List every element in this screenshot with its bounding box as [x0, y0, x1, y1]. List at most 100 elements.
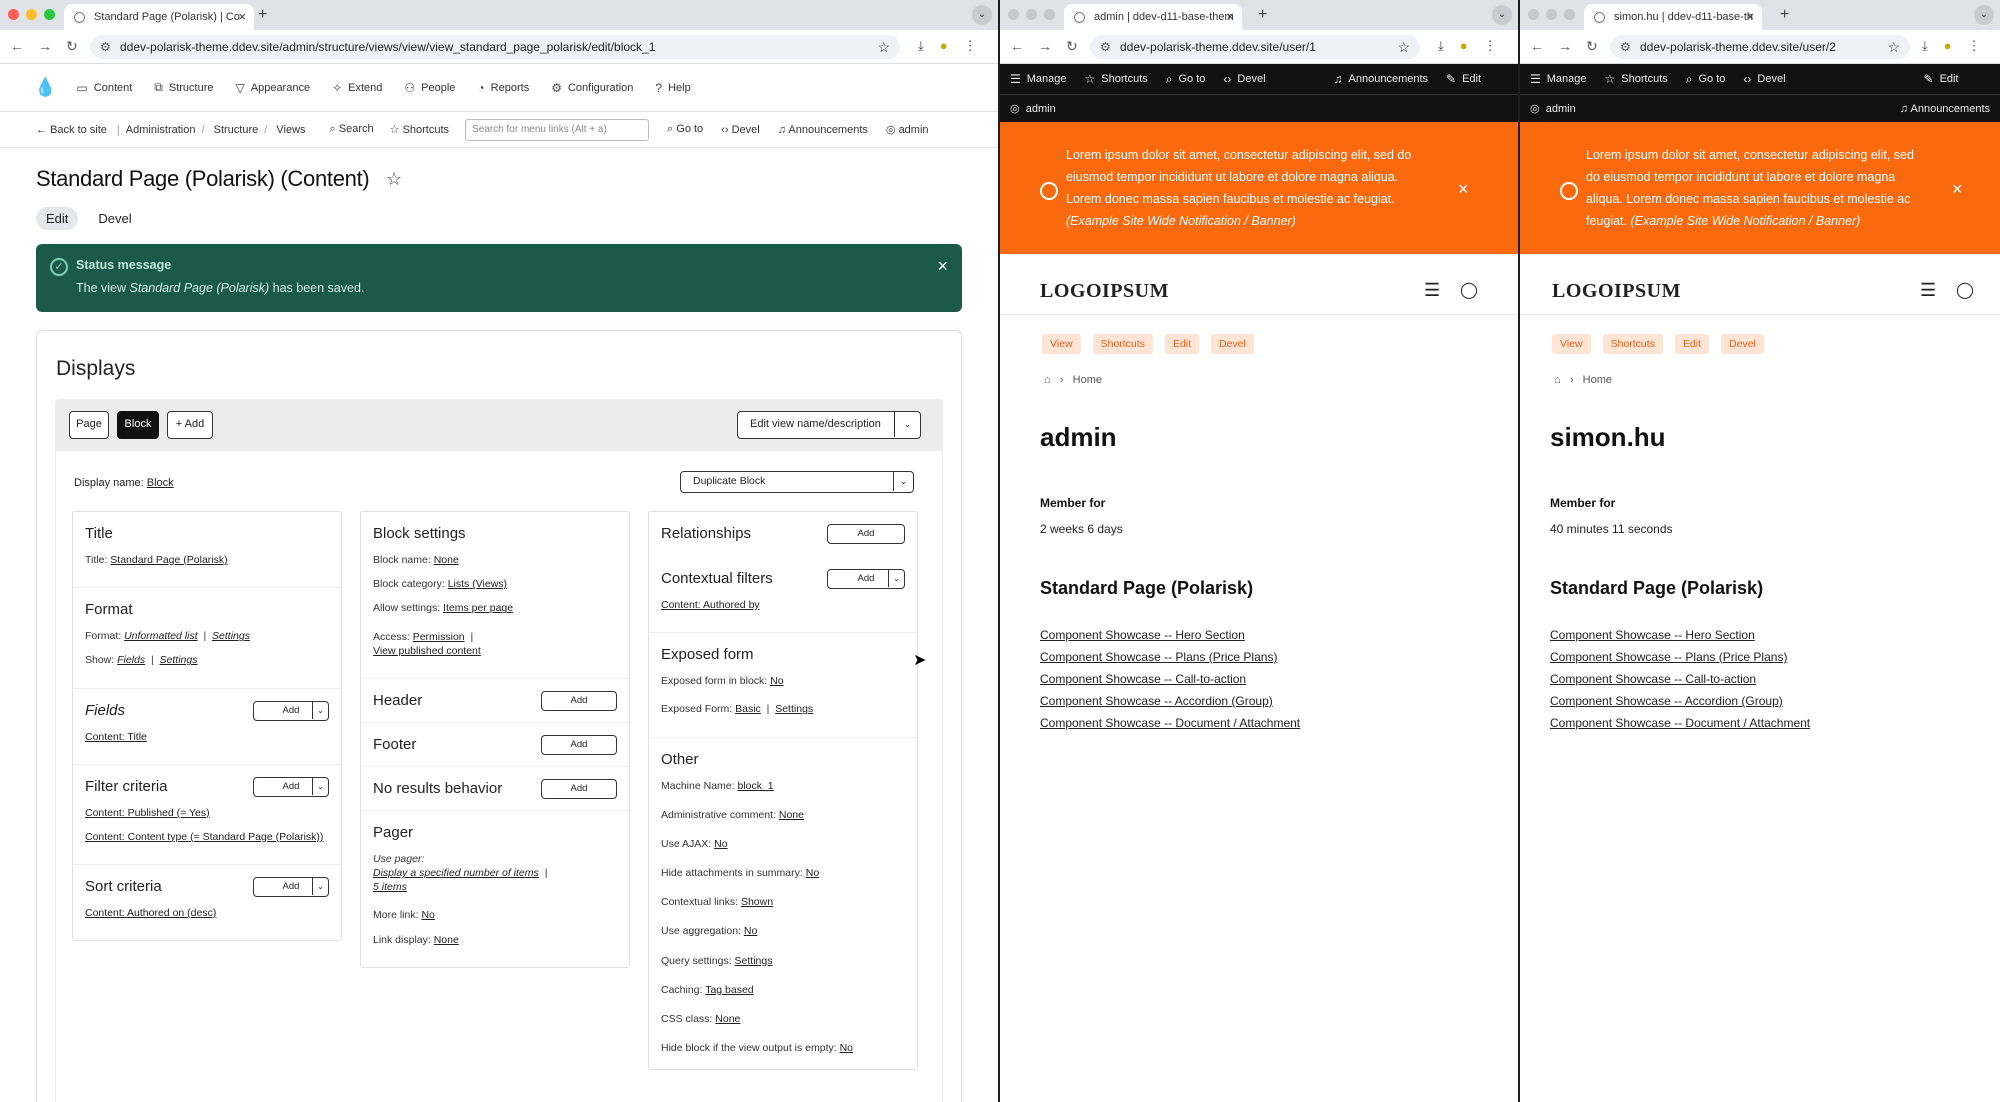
- download-icon[interactable]: ⤓: [1438, 38, 1444, 54]
- tab-edit[interactable]: Edit: [1164, 334, 1200, 354]
- breadcrumb-item[interactable]: Structure: [214, 124, 259, 136]
- add-no-results-button[interactable]: Add: [541, 778, 617, 799]
- new-tab-button[interactable]: +: [258, 4, 267, 26]
- other-value-link[interactable]: No: [806, 867, 819, 879]
- add-sort-button[interactable]: Add ⌄: [253, 877, 329, 898]
- devel-link[interactable]: ‹› Devel: [721, 124, 760, 136]
- minimize-window-button[interactable]: [1026, 9, 1037, 20]
- shortcut-star-icon[interactable]: ☆: [386, 169, 402, 190]
- other-value-link[interactable]: Tag based: [705, 984, 753, 996]
- tab-view[interactable]: View: [1042, 334, 1081, 354]
- title-link[interactable]: Standard Page (Polarisk): [110, 554, 227, 566]
- toolbar-reports[interactable]: ◔ Reports: [477, 81, 529, 95]
- edit-link[interactable]: ✎ Edit: [1446, 72, 1481, 86]
- shortcuts-link[interactable]: ☆ Shortcuts: [1605, 72, 1668, 86]
- toolbar-help[interactable]: ? Help: [655, 81, 690, 95]
- drupal-drop-icon[interactable]: 💧: [34, 77, 56, 98]
- list-item-link[interactable]: Component Showcase -- Document / Attachm…: [1040, 712, 1300, 734]
- more-link-value[interactable]: No: [421, 909, 434, 921]
- bookmark-star-icon[interactable]: ☆: [877, 35, 890, 59]
- close-tab-icon[interactable]: ×: [238, 4, 246, 30]
- user-icon[interactable]: ◯: [1460, 280, 1478, 300]
- download-icon[interactable]: ⤓: [1922, 38, 1928, 54]
- toolbar-structure[interactable]: ⧉ Structure: [154, 80, 213, 95]
- exposed-block-link[interactable]: No: [770, 675, 783, 687]
- breadcrumb-item[interactable]: Views: [276, 124, 305, 136]
- site-logo[interactable]: LOGOIPSUM: [1040, 280, 1169, 303]
- chevron-down-icon[interactable]: ⌄: [894, 412, 920, 437]
- browser-tab-active[interactable]: Standard Page (Polarisk) | Co ×: [64, 4, 254, 30]
- close-window-button[interactable]: [1008, 9, 1019, 20]
- edit-view-name-button[interactable]: Edit view name/description ⌄: [737, 411, 921, 439]
- zoom-window-button[interactable]: [1564, 9, 1575, 20]
- close-tab-icon[interactable]: ×: [1226, 4, 1234, 30]
- other-value-link[interactable]: None: [715, 1013, 740, 1025]
- display-name-link[interactable]: Block: [147, 477, 174, 489]
- exposed-form-settings-link[interactable]: Settings: [775, 703, 813, 715]
- link-display-value[interactable]: None: [434, 934, 459, 946]
- site-info-icon[interactable]: ⚙: [1620, 35, 1631, 59]
- tab-shortcuts[interactable]: Shortcuts: [1602, 334, 1663, 354]
- block-name-link[interactable]: None: [434, 554, 459, 566]
- field-link[interactable]: Content: Title: [85, 731, 147, 743]
- back-arrow-icon[interactable]: ←: [10, 38, 24, 55]
- other-value-link[interactable]: No: [744, 925, 757, 937]
- tab-devel[interactable]: Devel: [88, 207, 141, 230]
- list-item-link[interactable]: Component Showcase -- Plans (Price Plans…: [1550, 646, 1810, 668]
- forward-arrow-icon[interactable]: →: [38, 38, 52, 55]
- close-tab-icon[interactable]: ×: [1746, 4, 1754, 30]
- home-icon[interactable]: ⌂: [1554, 374, 1561, 386]
- add-footer-button[interactable]: Add: [541, 734, 617, 755]
- contextual-filter-link[interactable]: Content: Authored by: [661, 599, 760, 611]
- user-icon[interactable]: ◯: [1956, 280, 1974, 300]
- new-tab-button[interactable]: +: [1780, 4, 1789, 26]
- show-settings-link[interactable]: Settings: [160, 654, 198, 666]
- close-window-button[interactable]: [1528, 9, 1539, 20]
- reload-icon[interactable]: ↻: [1066, 38, 1078, 55]
- list-item-link[interactable]: Component Showcase -- Plans (Price Plans…: [1040, 646, 1300, 668]
- list-item-link[interactable]: Component Showcase -- Hero Section: [1040, 624, 1300, 646]
- breadcrumb-item[interactable]: Administration: [126, 124, 196, 136]
- list-item-link[interactable]: Component Showcase -- Call-to-action: [1550, 668, 1810, 690]
- other-value-link[interactable]: No: [714, 838, 727, 850]
- browser-tab-active[interactable]: admin | ddev-d11-base-them ×: [1064, 4, 1242, 30]
- back-to-site-link[interactable]: ← Back to site: [36, 124, 107, 136]
- close-icon[interactable]: ×: [1952, 178, 1963, 200]
- exposed-form-link[interactable]: Basic: [735, 703, 761, 715]
- shortcuts-link[interactable]: ☆ Shortcuts: [1085, 72, 1148, 86]
- toolbar-extend[interactable]: ✧ Extend: [332, 81, 382, 95]
- close-icon[interactable]: ×: [1458, 178, 1469, 200]
- shortcuts-link[interactable]: ☆ Shortcuts: [390, 123, 449, 136]
- toolbar-content[interactable]: ▭ Content: [76, 81, 132, 95]
- goto-link[interactable]: ⌕ Go to: [667, 123, 703, 136]
- bookmark-star-icon[interactable]: ☆: [1397, 35, 1410, 59]
- menu-search-input[interactable]: Search for menu links (Alt + a): [465, 118, 650, 141]
- list-item-link[interactable]: Component Showcase -- Hero Section: [1550, 624, 1810, 646]
- format-link[interactable]: Unformatted list: [124, 630, 198, 642]
- kebab-menu-icon[interactable]: ⋮: [1968, 38, 1981, 54]
- tab-edit[interactable]: Edit: [1674, 334, 1710, 354]
- filter-link[interactable]: Content: Published (= Yes): [85, 807, 210, 819]
- allow-settings-link[interactable]: Items per page: [443, 602, 513, 614]
- home-icon[interactable]: ⌂: [1044, 374, 1051, 386]
- close-window-button[interactable]: [8, 9, 19, 20]
- devel-link[interactable]: ‹› Devel: [1223, 72, 1265, 86]
- zoom-window-button[interactable]: [1044, 9, 1055, 20]
- reload-icon[interactable]: ↻: [66, 38, 78, 55]
- new-tab-button[interactable]: +: [1258, 4, 1267, 26]
- url-field[interactable]: ⚙ ddev-polarisk-theme.ddev.site/user/2 ☆: [1610, 35, 1910, 59]
- toolbar-configuration[interactable]: ⚙ Configuration: [551, 81, 633, 95]
- site-info-icon[interactable]: ⚙: [1100, 35, 1111, 59]
- tab-devel[interactable]: Devel: [1721, 334, 1764, 354]
- tab-devel[interactable]: Devel: [1211, 334, 1254, 354]
- kebab-menu-icon[interactable]: ⋮: [964, 38, 977, 54]
- back-arrow-icon[interactable]: ←: [1010, 38, 1024, 55]
- hamburger-icon[interactable]: ☰: [1920, 280, 1936, 301]
- display-tab-page[interactable]: Page: [69, 411, 109, 439]
- browser-tab-active[interactable]: simon.hu | ddev-d11-base-th ×: [1584, 4, 1762, 30]
- tab-view[interactable]: View: [1552, 334, 1591, 354]
- pager-items-link[interactable]: 5 items: [373, 881, 407, 893]
- other-value-link[interactable]: None: [779, 809, 804, 821]
- user-label[interactable]: admin: [1026, 103, 1056, 115]
- manage-link[interactable]: ☰ Manage: [1010, 72, 1067, 86]
